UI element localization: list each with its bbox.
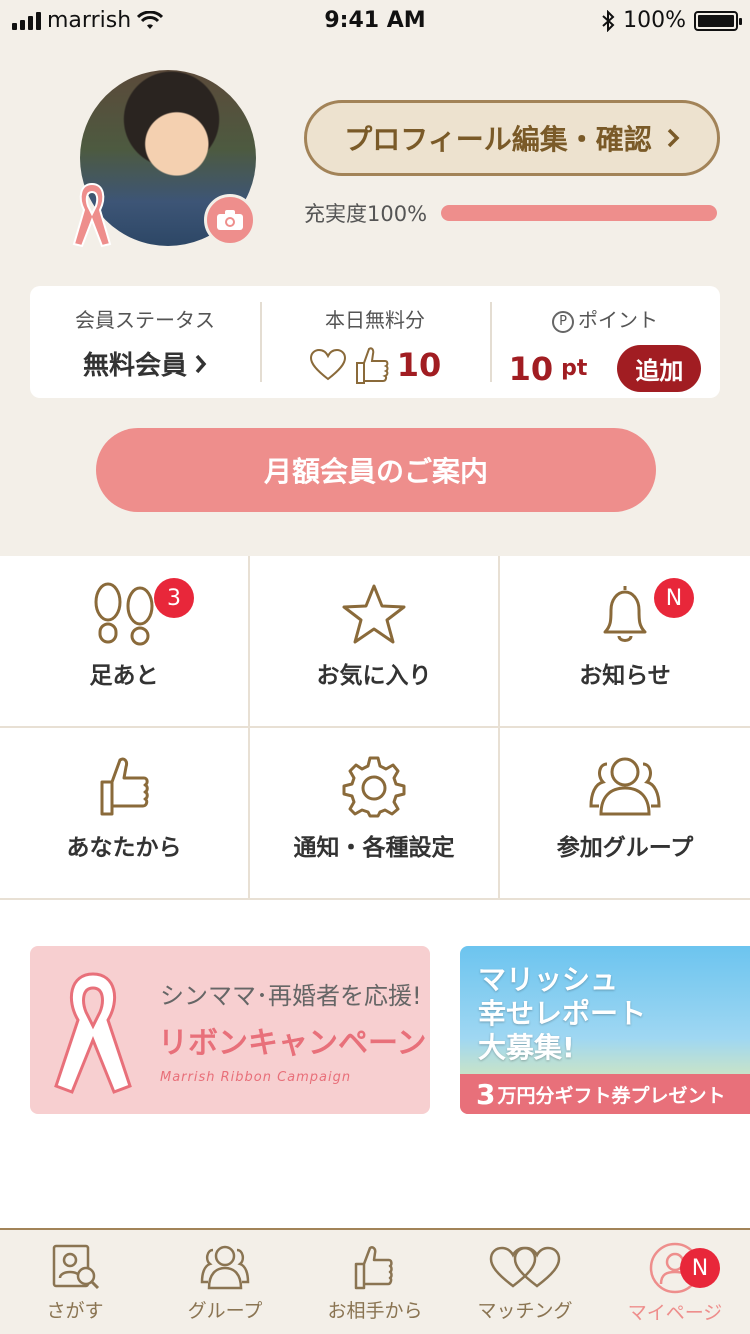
- battery-icon: [694, 10, 742, 31]
- member-status[interactable]: 会員ステータス 無料会員: [30, 286, 260, 398]
- chevron-right-icon: [195, 354, 207, 373]
- tab-matching[interactable]: マッチング: [450, 1230, 600, 1334]
- ribbon-campaign-banner[interactable]: シンママ･再婚者を応援! リボンキャンペーン Marrish Ribbon Ca…: [30, 946, 430, 1114]
- camera-button[interactable]: [204, 194, 256, 246]
- heart-icon: [309, 348, 346, 381]
- member-status-label: 会員ステータス: [75, 308, 215, 332]
- report-banner-line3: 大募集!: [478, 1031, 575, 1064]
- menu-grid: 足あと 3 お気に入り お知らせ N あなたから 通知・各種設定 参加グループ: [0, 556, 750, 900]
- points-label: ポイント: [578, 308, 658, 332]
- group-icon: [589, 757, 661, 816]
- free-likes-value: 10: [396, 346, 442, 384]
- tab-label: マイページ: [627, 1302, 723, 1324]
- member-status-value: 無料会員: [82, 351, 187, 381]
- profile-edit-button[interactable]: プロフィール編集・確認: [304, 100, 720, 176]
- gear-icon: [342, 756, 406, 818]
- completion-bar-fill: [441, 205, 718, 221]
- ribbon-icon: [54, 972, 132, 1094]
- tab-label: グループ: [187, 1300, 263, 1322]
- stats-card: 会員ステータス 無料会員 本日無料分 10 P ポイント 10 pt 追加: [30, 286, 720, 398]
- tab-label: マッチング: [477, 1300, 573, 1322]
- chevron-right-icon: [667, 128, 680, 148]
- tab-label: さがす: [46, 1300, 104, 1322]
- thumbs-up-icon: [355, 347, 389, 384]
- tab-mypage[interactable]: マイページ N: [600, 1230, 750, 1334]
- new-badge: N: [654, 578, 694, 618]
- thumbs-up-icon: [100, 757, 149, 816]
- report-banner-amount: 3: [476, 1077, 496, 1111]
- completion-bar: [441, 205, 718, 221]
- tab-label: お相手から: [327, 1300, 423, 1322]
- monthly-membership-button[interactable]: 月額会員のご案内: [96, 428, 656, 512]
- thumbs-up-icon: [354, 1246, 393, 1290]
- points: P ポイント 10 pt 追加: [490, 286, 720, 398]
- menu-label: お知らせ: [579, 663, 671, 689]
- count-badge: 3: [154, 578, 194, 618]
- menu-groups[interactable]: 参加グループ: [500, 728, 750, 900]
- free-likes: 本日無料分 10: [260, 286, 490, 398]
- point-icon: P: [552, 311, 574, 333]
- star-icon: [342, 584, 406, 644]
- menu-label: 通知・各種設定: [293, 835, 455, 861]
- menu-settings[interactable]: 通知・各種設定: [250, 728, 500, 900]
- menu-from-you[interactable]: あなたから: [0, 728, 250, 900]
- menu-label: お気に入り: [316, 663, 432, 689]
- menu-notices[interactable]: お知らせ N: [500, 556, 750, 728]
- bell-icon: [603, 586, 647, 642]
- menu-label: 参加グループ: [556, 835, 694, 861]
- menu-label: あなたから: [66, 835, 182, 861]
- footprints-icon: [94, 582, 154, 646]
- status-bar: marrish 9:41 AM 100%: [0, 0, 750, 40]
- ribbon-banner-line2: リボンキャンペーン: [158, 1026, 427, 1061]
- tab-search[interactable]: さがす: [0, 1230, 150, 1334]
- profile-completion: 充実度100%: [304, 198, 718, 228]
- menu-label: 足あと: [89, 663, 159, 689]
- ribbon-banner-sub: Marrish Ribbon Campaign: [160, 1070, 352, 1085]
- group-icon: [200, 1245, 250, 1290]
- battery-area: 100%: [601, 8, 742, 33]
- profile-section: プロフィール編集・確認 充実度100% 会員ステータス 無料会員 本日無料分 1…: [0, 40, 750, 556]
- hearts-icon: [489, 1246, 561, 1288]
- points-unit: pt: [561, 356, 588, 381]
- menu-footprints[interactable]: 足あと 3: [0, 556, 250, 728]
- camera-icon: [217, 210, 243, 230]
- new-badge: N: [680, 1248, 720, 1288]
- tab-group[interactable]: グループ: [150, 1230, 300, 1334]
- menu-favorites[interactable]: お気に入り: [250, 556, 500, 728]
- report-banner-foot-text: 万円分ギフト券プレゼント: [497, 1084, 726, 1107]
- points-value: 10: [508, 349, 554, 388]
- ribbon-banner-line1: シンママ･再婚者を応援!: [160, 982, 422, 1010]
- completion-label: 充実度100%: [304, 202, 428, 226]
- free-likes-label: 本日無料分: [325, 308, 425, 332]
- ribbon-icon: [72, 182, 112, 248]
- search-profile-icon: [52, 1244, 100, 1290]
- tab-bar: さがす グループ お相手から マッチング マイページ N: [0, 1228, 750, 1334]
- bluetooth-icon: [602, 9, 615, 32]
- report-banner-footer: 3 万円分ギフト券プレゼント: [460, 1074, 750, 1114]
- happiness-report-banner[interactable]: マリッシュ 幸せレポート 大募集! 3 万円分ギフト券プレゼント: [460, 946, 750, 1114]
- add-points-button[interactable]: 追加: [617, 345, 702, 392]
- points-label-row: P ポイント: [490, 304, 720, 333]
- profile-edit-label: プロフィール編集・確認: [344, 123, 652, 156]
- tab-from-partner[interactable]: お相手から: [300, 1230, 450, 1334]
- battery-percent: 100%: [623, 8, 686, 33]
